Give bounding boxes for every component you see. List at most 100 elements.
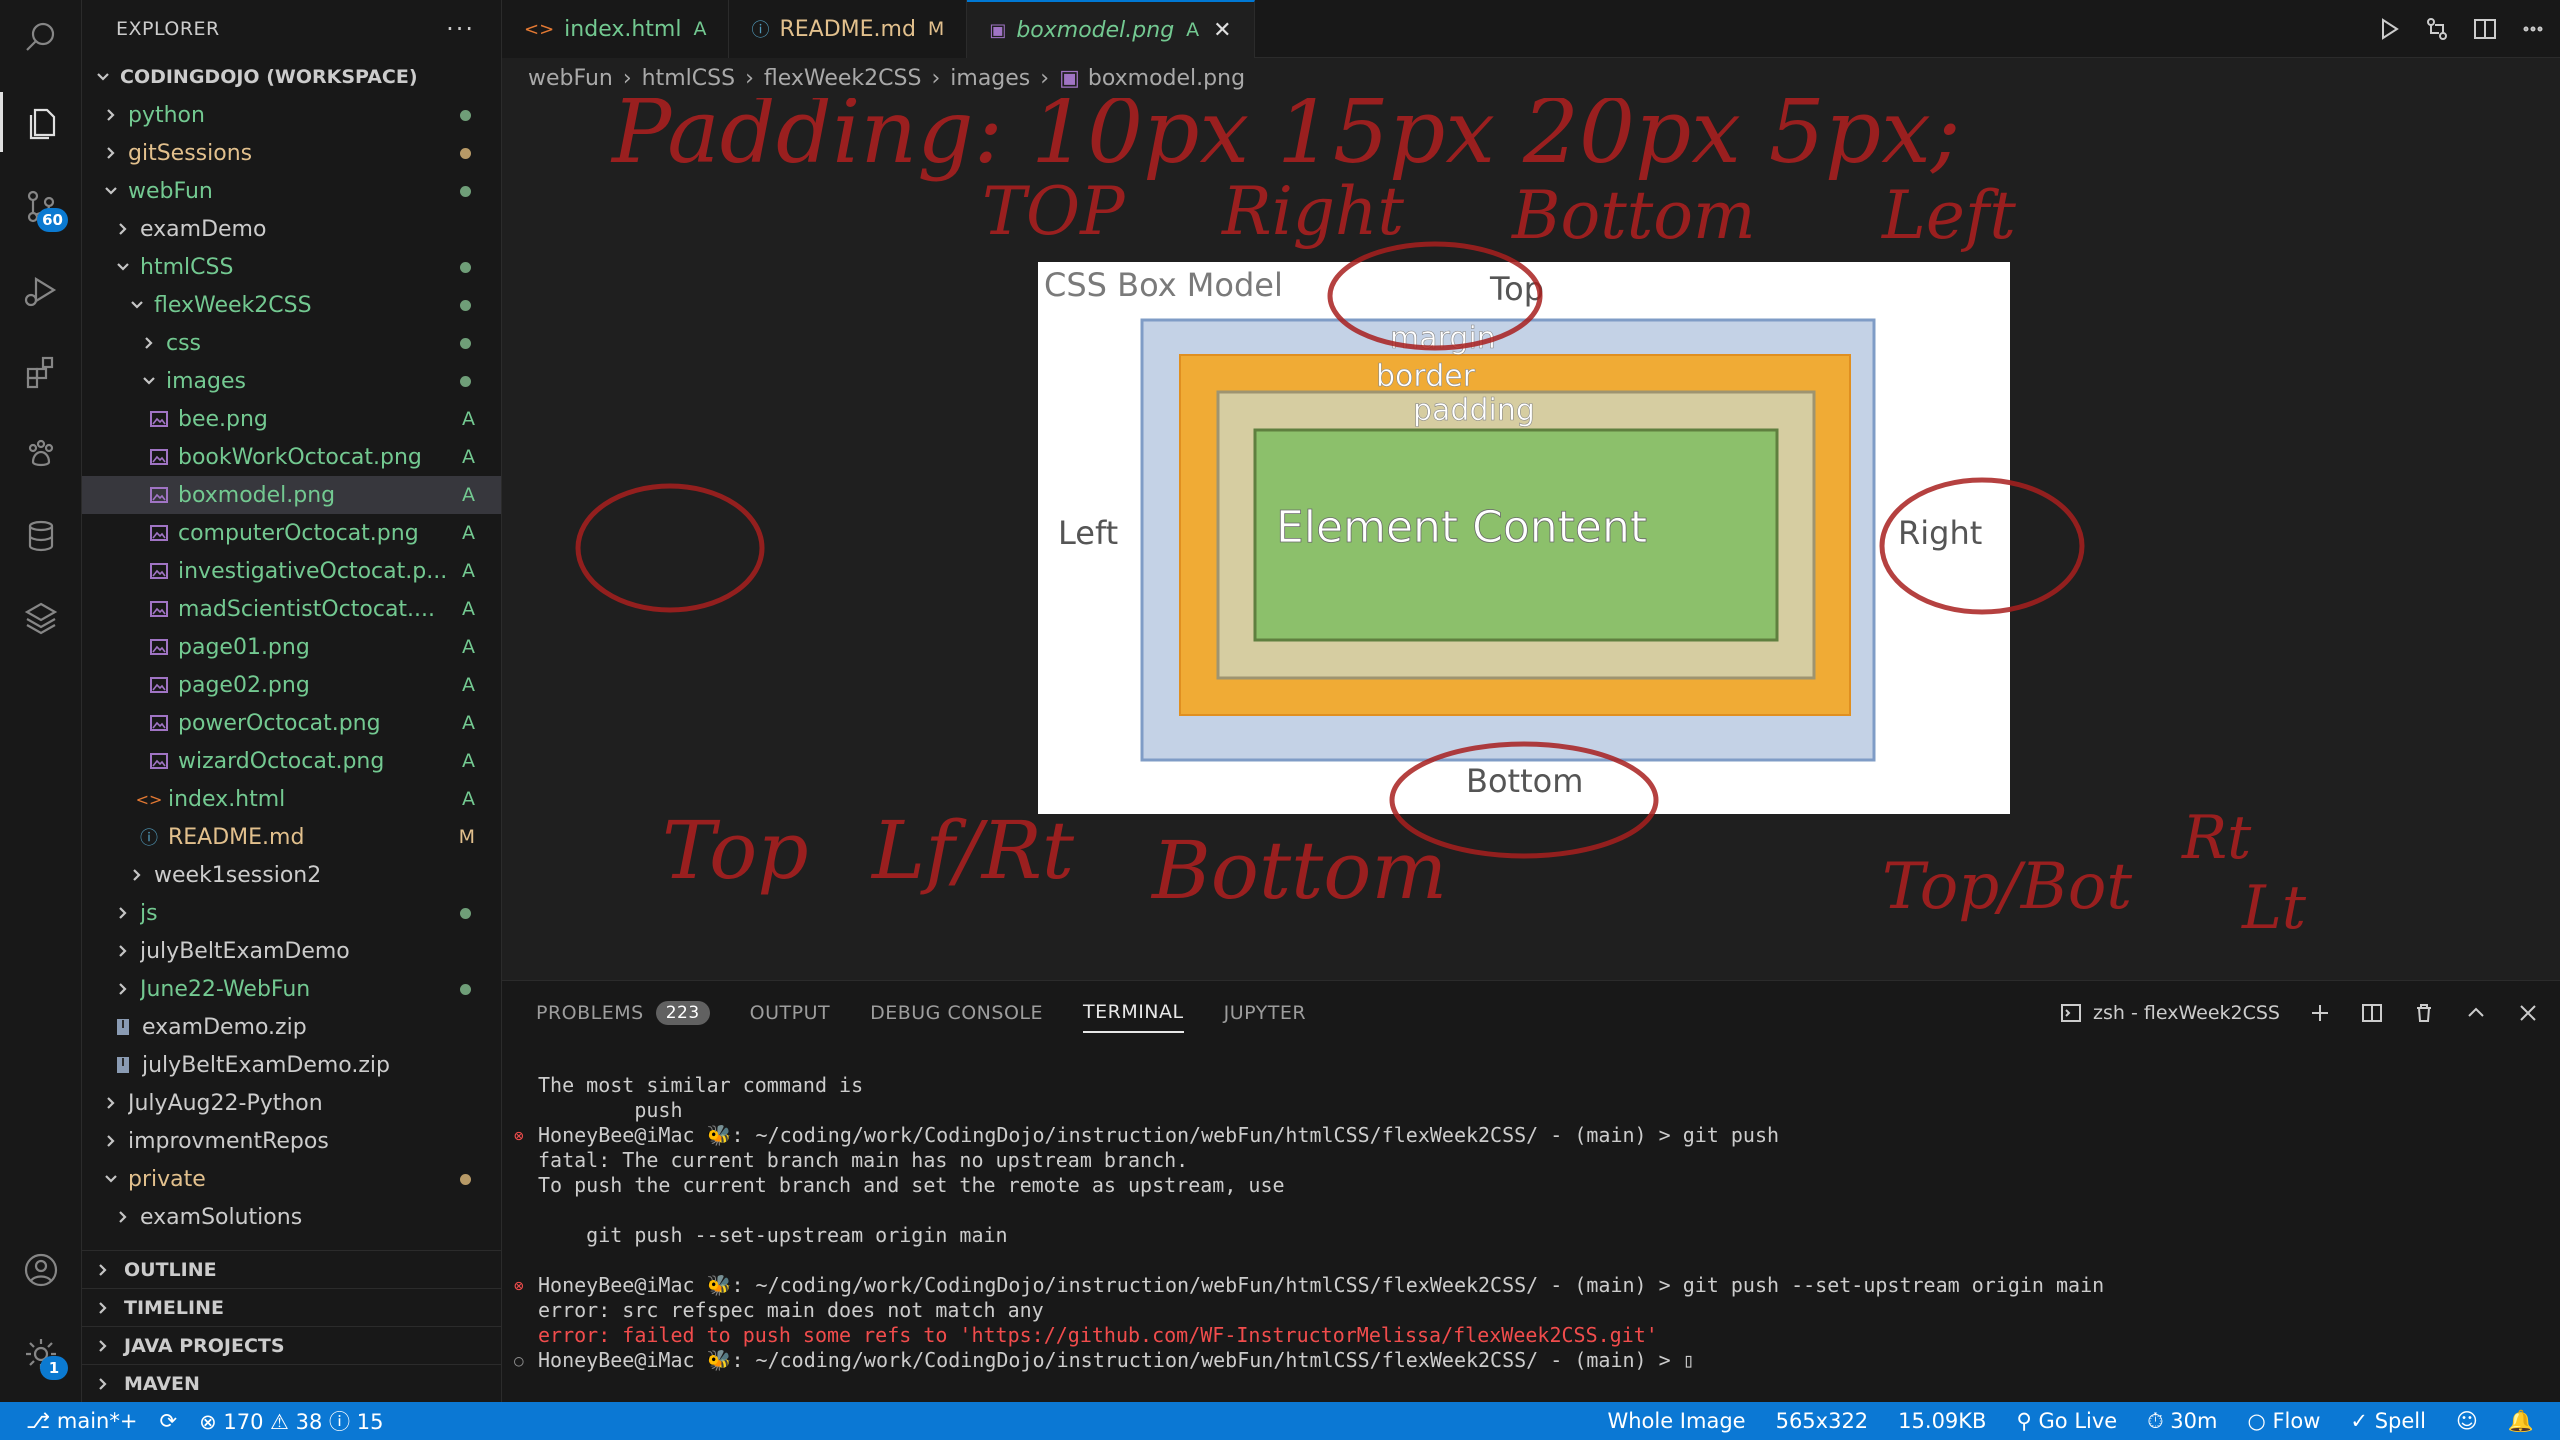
more-actions-icon[interactable]: ··· [446,15,475,43]
image-zoom-status[interactable]: Whole Image [1607,1409,1745,1433]
source-control-icon[interactable]: 60 [0,168,82,244]
tree-item-label: examSolutions [140,1204,303,1230]
tree-item[interactable]: <> index.html A [82,780,501,818]
chevron-up-icon[interactable] [2464,1001,2488,1025]
explorer-icon[interactable] [0,84,82,160]
tree-item[interactable]: bee.png A [82,400,501,438]
tab-output[interactable]: OUTPUT [750,993,830,1033]
tree-item[interactable]: June22-WebFun [82,970,501,1008]
settings-gear-icon[interactable]: 1 [0,1316,82,1392]
terminal-line: error: failed to push some refs to 'http… [512,1323,2530,1348]
more-actions-icon[interactable] [2520,16,2546,42]
new-terminal-icon[interactable] [2308,1001,2332,1025]
breadcrumb-item[interactable]: htmlCSS [642,66,735,91]
tree-item[interactable]: JulyAug22-Python [82,1084,501,1122]
tab-problems[interactable]: PROBLEMS 223 [536,993,710,1033]
chevron-right-icon [112,940,134,962]
tree-item[interactable]: page01.png A [82,628,501,666]
chevron-right-icon [112,1206,134,1228]
tree-item[interactable]: investigativeOctocat.p... A [82,552,501,590]
terminal-line-text: push [538,1098,683,1122]
tree-item[interactable]: css [82,324,501,362]
account-icon[interactable] [0,1232,82,1308]
tree-item[interactable]: bookWorkOctocat.png A [82,438,501,476]
notifications-icon[interactable]: 🔔 [2508,1409,2534,1434]
run-icon[interactable] [2376,16,2402,42]
tree-item-label: computerOctocat.png [178,520,419,546]
chevron-right-icon [92,1297,114,1319]
git-change-dot [460,1173,471,1185]
chevron-right-icon [92,1373,114,1395]
tree-item[interactable]: page02.png A [82,666,501,704]
tab-terminal[interactable]: TERMINAL [1083,993,1184,1033]
search-icon[interactable] [0,0,82,76]
timer-status[interactable]: ⏱ 30m [2147,1409,2217,1434]
workspace-header[interactable]: CODINGDOJO (WORKSPACE) [82,58,501,96]
info-file-icon: ⓘ [751,20,770,41]
terminal-line-text: HoneyBee@iMac 🐝: ~/coding/work/CodingDoj… [538,1123,1780,1147]
terminal-selector[interactable]: zsh - flexWeek2CSS [2059,1001,2280,1025]
timeline-section[interactable]: TIMELINE [82,1288,501,1326]
tab-readme[interactable]: ⓘ README.md M [729,0,968,58]
compare-changes-icon[interactable] [2424,16,2450,42]
tree-item[interactable]: boxmodel.png A [82,476,501,514]
git-change-dot [460,261,471,273]
zip-file-icon [112,1016,134,1038]
tree-item[interactable]: madScientistOctocat.... A [82,590,501,628]
outline-section[interactable]: OUTLINE [82,1250,501,1288]
terminal-output[interactable]: The most similar command is push ⊗ HoneyBe… [512,1073,2530,1373]
tree-item[interactable]: wizardOctocat.png A [82,742,501,780]
problems-status[interactable]: ⊗ 170 ⚠ 38 ⓘ 15 [199,1406,383,1436]
tree-item[interactable]: julyBeltExamDemo [82,932,501,970]
extensions-icon[interactable] [0,334,82,410]
split-editor-icon[interactable] [2472,16,2498,42]
close-panel-icon[interactable] [2516,1001,2540,1025]
tab-jupyter[interactable]: JUPYTER [1224,993,1306,1033]
breadcrumb-item[interactable]: flexWeek2CSS [764,66,922,91]
prompt-marker-icon: ○ [514,1351,524,1370]
tree-item[interactable]: improvmentRepos [82,1122,501,1160]
image-file-icon [148,750,170,772]
tree-item[interactable]: week1session2 [82,856,501,894]
breadcrumb-item[interactable]: boxmodel.png [1088,66,1245,91]
tree-item[interactable]: gitSessions [82,134,501,172]
tab-index-html[interactable]: <> index.html A [502,0,730,58]
flow-status[interactable]: ○ Flow [2247,1409,2320,1433]
trash-icon[interactable] [2412,1001,2436,1025]
maven-section[interactable]: MAVEN [82,1364,501,1402]
run-debug-icon[interactable] [0,252,82,328]
branch-status[interactable]: ⎇ main*+ [26,1409,137,1433]
tree-item[interactable]: powerOctocat.png A [82,704,501,742]
split-terminal-icon[interactable] [2360,1001,2384,1025]
tree-item[interactable]: js [82,894,501,932]
breadcrumb-item[interactable]: images [950,66,1030,91]
diagram-title: CSS Box Model [1044,266,1283,304]
sync-icon[interactable]: ⟳ [159,1409,177,1433]
paw-icon[interactable] [0,416,82,492]
tree-item[interactable]: images [82,362,501,400]
tab-boxmodel[interactable]: ▣ boxmodel.png A ✕ [967,0,1255,58]
spell-status[interactable]: ✓ Spell [2350,1409,2426,1433]
breadcrumb-item[interactable]: webFun [528,66,613,91]
feedback-icon[interactable]: ☺ [2456,1409,2478,1433]
tree-item[interactable]: flexWeek2CSS [82,286,501,324]
chevron-right-icon [112,978,134,1000]
tree-item[interactable]: webFun [82,172,501,210]
tree-item[interactable]: htmlCSS [82,248,501,286]
tree-item[interactable]: examDemo [82,210,501,248]
tree-item[interactable]: julyBeltExamDemo.zip [82,1046,501,1084]
close-icon[interactable]: ✕ [1213,18,1231,43]
java-projects-section[interactable]: JAVA PROJECTS [82,1326,501,1364]
tree-item[interactable]: private [82,1160,501,1198]
tree-item[interactable]: examDemo.zip [82,1008,501,1046]
git-change-dot [460,147,471,159]
tree-item[interactable]: computerOctocat.png A [82,514,501,552]
database-icon[interactable] [0,498,82,574]
go-live-button[interactable]: ⚲ Go Live [2016,1409,2117,1433]
layers-icon[interactable] [0,580,82,656]
tab-debug-console[interactable]: DEBUG CONSOLE [870,993,1043,1033]
top-label: Top [1489,270,1544,308]
tree-item[interactable]: examSolutions [82,1198,501,1236]
tree-item[interactable]: python [82,96,501,134]
tree-item[interactable]: ⓘ README.md M [82,818,501,856]
